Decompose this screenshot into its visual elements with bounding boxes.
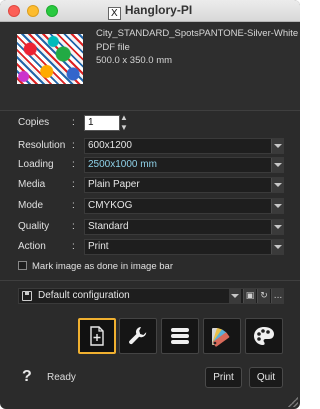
quality-value: Standard — [88, 221, 129, 232]
new-job-icon — [90, 326, 104, 346]
loading-value: 2500x1000 mm — [88, 159, 157, 170]
resolution-value: 600x1200 — [88, 140, 132, 151]
colon: : — [72, 179, 75, 190]
x-window-icon: X — [107, 7, 121, 20]
window-title-area: X Hanglory-PI — [0, 3, 300, 20]
chevron-down-icon[interactable] — [271, 158, 283, 172]
media-value: Plain Paper — [88, 179, 140, 190]
media-select[interactable]: Plain Paper — [84, 177, 284, 193]
file-size: 500.0 x 350.0 mm — [96, 55, 173, 66]
configuration-select[interactable]: Default configuration ▣ ↻ ... — [18, 288, 284, 304]
action-label: Action — [18, 241, 46, 252]
copies-input[interactable]: 1 — [84, 115, 120, 131]
more-button[interactable]: ... — [271, 289, 284, 303]
refresh-icon[interactable]: ↻ — [257, 289, 270, 303]
file-thumbnail — [17, 34, 83, 84]
action-row: Action : Print — [0, 239, 300, 257]
chevron-down-icon[interactable] — [271, 220, 283, 234]
colon: : — [72, 200, 75, 211]
action-select[interactable]: Print — [84, 239, 284, 255]
list-icon — [171, 328, 189, 344]
quality-row: Quality : Standard — [0, 219, 300, 237]
color-swatch-tool[interactable] — [203, 318, 241, 354]
resolution-label: Resolution — [18, 140, 66, 151]
stepper-up-icon[interactable]: ▲ — [120, 113, 128, 123]
loading-label: Loading — [18, 159, 54, 170]
settings-tool[interactable] — [119, 318, 157, 354]
file-name: City_STANDARD_SpotsPANTONE-Silver-White — [96, 28, 299, 39]
status-text: Ready — [47, 372, 76, 383]
toolbar — [0, 318, 300, 354]
mode-row: Mode : CMYKOG — [0, 198, 300, 216]
chevron-down-icon[interactable] — [271, 199, 283, 213]
color-swatch-icon — [212, 328, 230, 347]
media-row: Media : Plain Paper — [0, 177, 300, 195]
app-window: X Hanglory-PI City_STANDARD_SpotsPANTONE-… — [0, 0, 300, 409]
quality-label: Quality — [18, 221, 50, 232]
title-bar: X Hanglory-PI — [0, 0, 300, 22]
queue-tool[interactable] — [161, 318, 199, 354]
window-title: Hanglory-PI — [124, 3, 193, 17]
file-type: PDF file — [96, 42, 130, 53]
chevron-down-icon[interactable] — [271, 178, 283, 192]
print-button[interactable]: Print — [205, 367, 242, 388]
action-value: Print — [88, 241, 109, 252]
chevron-down-icon[interactable] — [229, 289, 241, 303]
colon: : — [72, 241, 75, 252]
palette-icon — [254, 327, 274, 345]
mark-image-checkbox[interactable] — [18, 261, 27, 270]
stepper-down-icon[interactable]: ▼ — [120, 123, 128, 133]
configuration-value: Default configuration — [38, 290, 130, 301]
copies-label: Copies — [18, 117, 50, 128]
save-icon[interactable]: ▣ — [243, 289, 256, 303]
copies-row: Copies : 1 ▲ ▼ — [0, 113, 300, 133]
loading-row: Loading : 2500x1000 mm — [0, 157, 300, 175]
colon: : — [72, 117, 75, 128]
loading-select[interactable]: 2500x1000 mm — [84, 157, 284, 173]
wrench-icon — [129, 326, 147, 345]
resolution-select[interactable]: 600x1200 — [84, 138, 284, 154]
palette-tool[interactable] — [245, 318, 283, 354]
colon: : — [72, 221, 75, 232]
mode-value: CMYKOG — [88, 200, 133, 211]
copies-stepper[interactable]: ▲ ▼ — [120, 113, 128, 133]
new-job-tool[interactable] — [78, 318, 116, 354]
mode-label: Mode — [18, 200, 44, 211]
media-label: Media — [18, 179, 46, 190]
file-info-panel: City_STANDARD_SpotsPANTONE-Silver-White … — [0, 22, 300, 110]
resolution-row: Resolution : 600x1200 — [0, 138, 300, 156]
chevron-down-icon[interactable] — [271, 240, 283, 254]
colon: : — [72, 140, 75, 151]
colon: : — [72, 159, 75, 170]
resize-handle[interactable] — [288, 397, 298, 407]
mark-image-label: Mark image as done in image bar — [32, 261, 173, 272]
divider — [0, 280, 300, 281]
quit-button[interactable]: Quit — [249, 367, 283, 388]
configuration-icon — [22, 291, 32, 301]
divider — [0, 110, 300, 111]
chevron-down-icon[interactable] — [271, 139, 283, 153]
quality-select[interactable]: Standard — [84, 219, 284, 235]
help-button[interactable]: ? — [22, 368, 32, 386]
mode-select[interactable]: CMYKOG — [84, 198, 284, 214]
mark-image-checkbox-row[interactable]: Mark image as done in image bar — [18, 261, 173, 275]
